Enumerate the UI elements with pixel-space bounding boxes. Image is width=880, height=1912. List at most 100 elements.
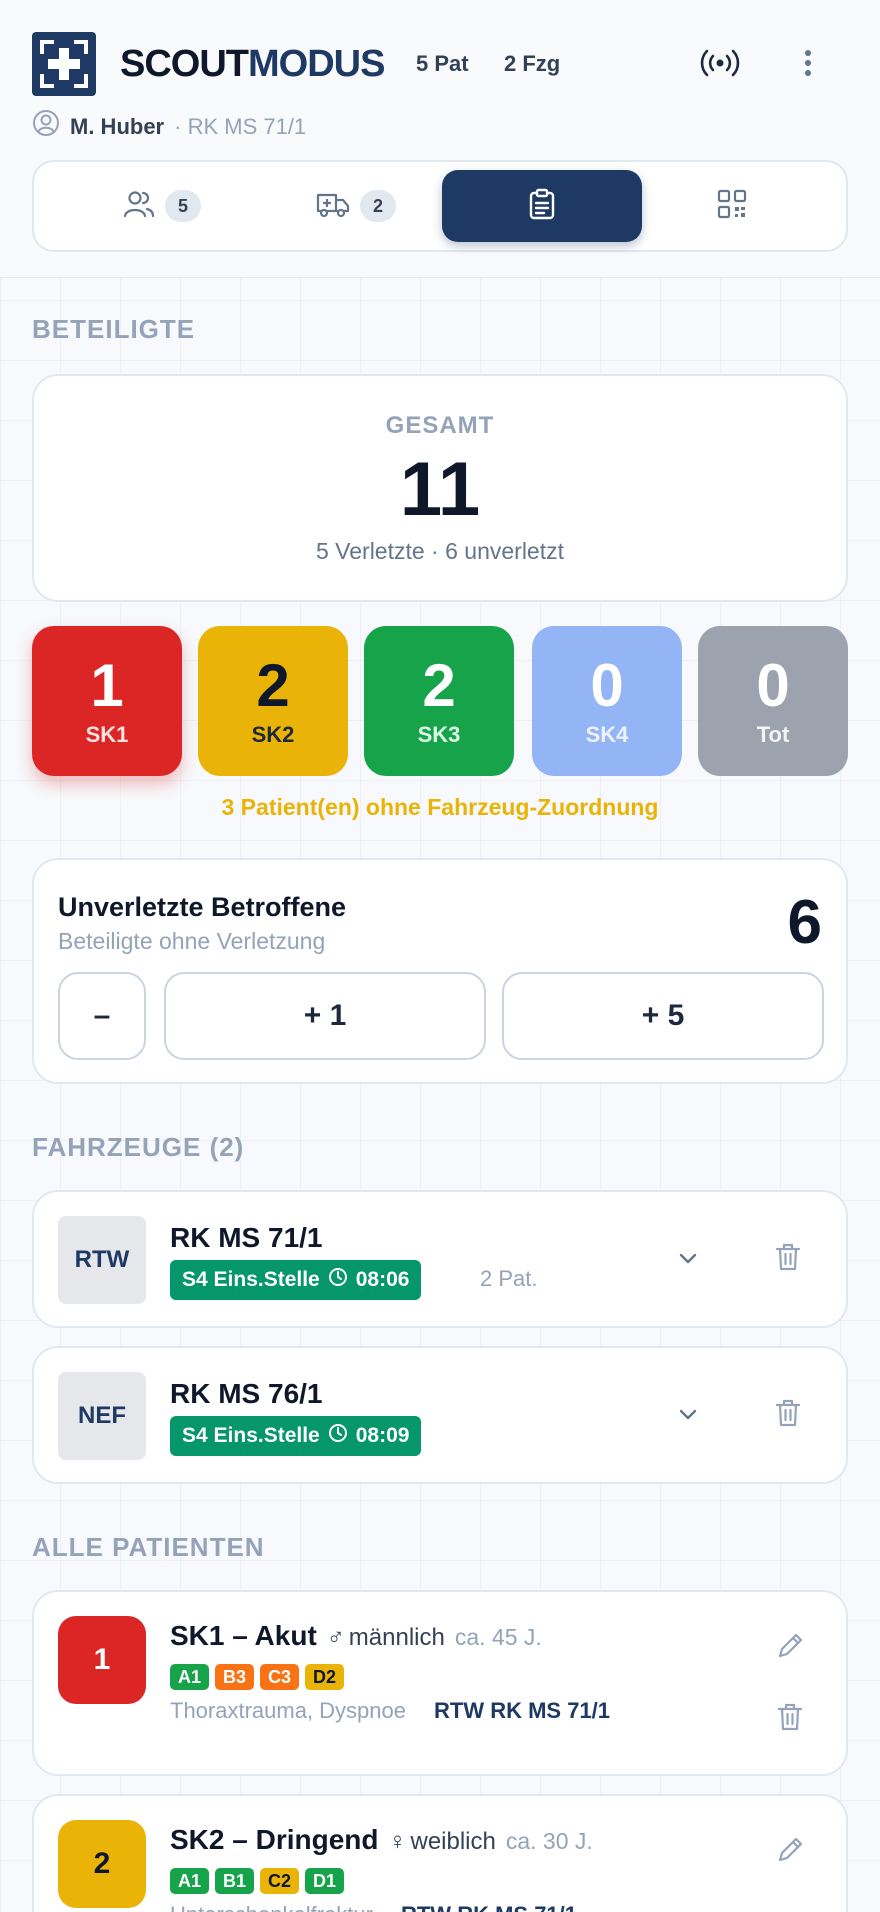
qr-code-icon — [717, 189, 747, 224]
patient-diagnosis: Unterschenkelfraktur — [170, 1902, 373, 1912]
brand-part-1: SCOUT — [120, 43, 249, 85]
edit-pencil-icon[interactable] — [774, 1834, 806, 1871]
unassigned-warning: 3 Patient(en) ohne Fahrzeug-Zuordnung — [221, 794, 659, 820]
header-vehicles-count: 2 Fzg — [504, 51, 561, 76]
user-name: M. Huber — [70, 114, 165, 139]
patient-gender-text: männlich — [348, 1624, 445, 1651]
unverletzt-subtitle: Beteiligte ohne Verletzung — [58, 928, 326, 954]
unverletzt-count: 6 — [787, 888, 822, 957]
vehicle-status-badge: S4 Eins.Stelle 08:06 — [170, 1260, 422, 1300]
vehicle-card[interactable]: RTW RK MS 71/1 S4 Eins.Stelle 08:06 2 Pa… — [32, 1190, 848, 1328]
add-five-button[interactable]: + 5 — [502, 972, 824, 1060]
vehicle-status-text: S4 Eins.Stelle — [182, 1424, 320, 1447]
patient-category: SK2 – Dringend — [170, 1824, 379, 1855]
add-one-button[interactable]: + 1 — [164, 972, 486, 1060]
vehicle-status-time: 08:09 — [355, 1424, 410, 1447]
patient-number-badge: 1 — [58, 1616, 146, 1704]
vehicle-status-text: S4 Eins.Stelle — [182, 1268, 320, 1291]
decrement-button[interactable]: – — [58, 972, 146, 1060]
patient-gender: ♀ weiblich — [388, 1828, 495, 1856]
vehicle-name: RK MS 71/1 — [170, 1222, 323, 1253]
patient-tag: B1 — [215, 1868, 255, 1894]
patient-age: ca. 30 J. — [505, 1828, 593, 1854]
sk2-count: 2 — [256, 652, 290, 719]
total-card: GESAMT 11 5 Verletzte · 6 unverletzt — [32, 374, 848, 602]
sk4-label: SK4 — [585, 722, 629, 747]
patient-category: SK1 – Akut — [170, 1620, 317, 1651]
patient-tag: C3 — [260, 1664, 300, 1690]
radio-signal-icon[interactable] — [700, 46, 740, 85]
unverletzt-card: Unverletzte Betroffene Beteiligte ohne V… — [32, 858, 848, 1084]
sk2-tile[interactable]: 2 SK2 — [198, 626, 348, 776]
trash-icon[interactable] — [774, 1242, 802, 1277]
header-patients-count: 5 Pat — [416, 51, 469, 76]
tot-tile[interactable]: 0 Tot — [698, 626, 848, 776]
patient-diagnosis: Thoraxtrauma, Dyspnoe — [170, 1698, 406, 1723]
patient-tag: A1 — [170, 1868, 210, 1894]
vehicle-patient-count: 2 Pat. — [480, 1266, 538, 1291]
female-icon: ♀ — [388, 1828, 407, 1855]
app-header: SCOUTMODUS 5 Pat 2 Fzg M. Huber · RK MS … — [0, 0, 880, 278]
patient-tag: A1 — [170, 1664, 210, 1690]
more-menu-icon[interactable] — [796, 46, 820, 85]
total-value: 11 — [399, 447, 481, 532]
tot-label: Tot — [756, 722, 790, 747]
patient-tag: D1 — [305, 1868, 345, 1894]
patient-tag: C2 — [260, 1868, 300, 1894]
patient-tag: B3 — [215, 1664, 255, 1690]
patient-tag: D2 — [305, 1664, 345, 1690]
sk2-label: SK2 — [251, 722, 295, 747]
sk4-count: 0 — [590, 652, 624, 719]
tab-overview[interactable] — [442, 170, 642, 242]
user-unit: · RK MS 71/1 — [174, 114, 307, 139]
section-title-beteiligte: BETEILIGTE — [32, 314, 196, 344]
chevron-down-icon[interactable] — [676, 1246, 700, 1275]
trash-icon[interactable] — [776, 1702, 804, 1737]
total-subtitle: 5 Verletzte · 6 unverletzt — [315, 538, 564, 564]
clock-icon — [328, 1423, 348, 1449]
unverletzt-title: Unverletzte Betroffene — [58, 892, 347, 922]
app-brand: SCOUTMODUS — [120, 40, 385, 88]
user-row: M. Huber · RK MS 71/1 — [32, 109, 307, 145]
tab-bar: 5 2 — [32, 160, 848, 252]
chevron-down-icon[interactable] — [676, 1402, 700, 1431]
patient-number-badge: 2 — [58, 1820, 146, 1908]
patient-vehicle: RTW RK MS 71/1 — [434, 1698, 611, 1723]
sk3-count: 2 — [422, 652, 456, 719]
patient-age: ca. 45 J. — [454, 1624, 542, 1650]
vehicle-type-badge: RTW — [58, 1216, 146, 1304]
patient-tags: A1 B3 C3 D2 — [170, 1664, 345, 1690]
section-title-patienten: ALLE PATIENTEN — [32, 1532, 265, 1562]
patient-title-row: SK1 – Akut ♂ männlich ca. 45 J. — [170, 1620, 542, 1652]
sk1-label: SK1 — [85, 722, 129, 747]
trash-icon[interactable] — [774, 1398, 802, 1433]
sk3-tile[interactable]: 2 SK3 — [364, 626, 514, 776]
tot-count: 0 — [756, 652, 790, 719]
tab-vehicles-badge: 2 — [360, 190, 396, 222]
male-icon: ♂ — [326, 1624, 345, 1651]
vehicle-card[interactable]: NEF RK MS 76/1 S4 Eins.Stelle 08:09 — [32, 1346, 848, 1484]
sk1-count: 1 — [90, 652, 124, 719]
clock-icon — [328, 1267, 348, 1293]
patient-details-row: Unterschenkelfraktur RTW RK MS 71/1 — [170, 1902, 577, 1912]
vehicle-name: RK MS 76/1 — [170, 1378, 323, 1409]
edit-pencil-icon[interactable] — [774, 1630, 806, 1667]
tab-patients[interactable]: 5 — [62, 170, 262, 242]
tab-patients-badge: 5 — [165, 190, 201, 222]
patient-card[interactable]: 2 SK2 – Dringend ♀ weiblich ca. 30 J. A1… — [32, 1794, 848, 1912]
sk4-tile[interactable]: 0 SK4 — [532, 626, 682, 776]
patient-tags: A1 B1 C2 D1 — [170, 1868, 345, 1894]
patient-details-row: Thoraxtrauma, Dyspnoe RTW RK MS 71/1 — [170, 1698, 610, 1724]
vehicle-status-badge: S4 Eins.Stelle 08:09 — [170, 1416, 422, 1456]
user-avatar-icon — [32, 109, 60, 145]
tab-vehicles[interactable]: 2 — [256, 170, 456, 242]
sk3-label: SK3 — [417, 722, 461, 747]
total-label: GESAMT — [385, 412, 495, 439]
ambulance-icon — [316, 189, 350, 224]
patient-card[interactable]: 1 SK1 – Akut ♂ männlich ca. 45 J. A1 B3 … — [32, 1590, 848, 1776]
sk1-tile[interactable]: 1 SK1 — [32, 626, 182, 776]
patient-gender: ♂ männlich — [327, 1624, 445, 1652]
patient-vehicle: RTW RK MS 71/1 — [401, 1902, 577, 1912]
users-icon — [123, 189, 155, 224]
tab-qr-code[interactable] — [632, 170, 832, 242]
